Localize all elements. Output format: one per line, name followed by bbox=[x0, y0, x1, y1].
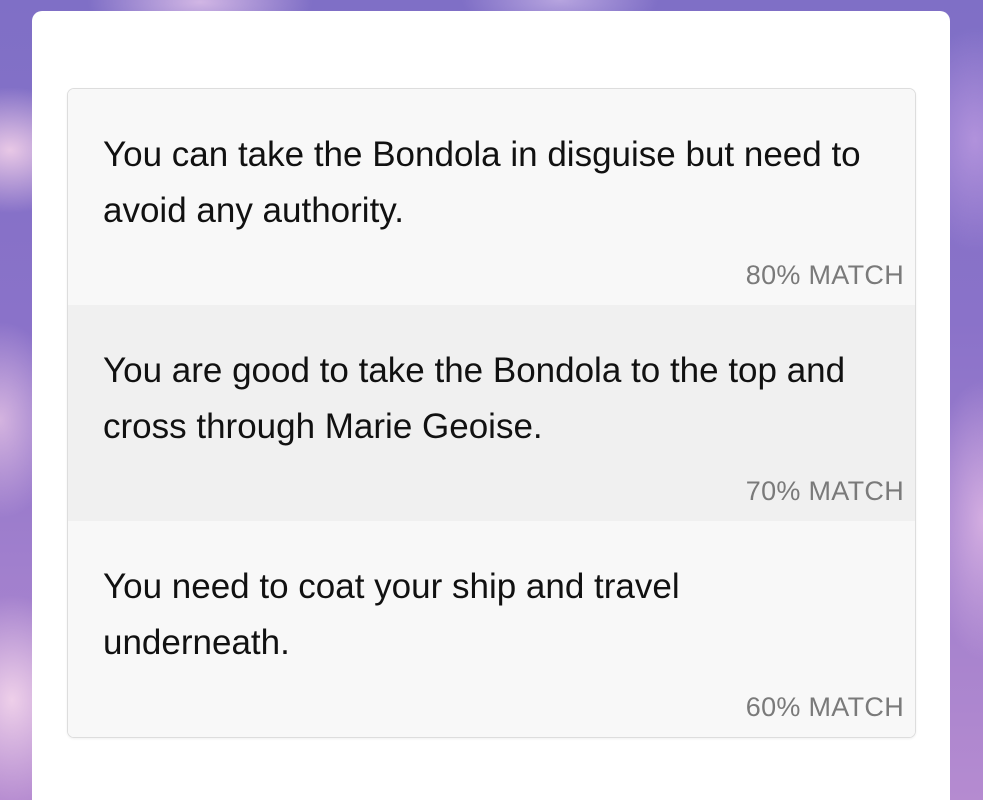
match-score: 60% MATCH bbox=[745, 692, 904, 722]
result-text: You need to coat your ship and travel un… bbox=[103, 567, 680, 662]
result-item[interactable]: You can take the Bondola in disguise but… bbox=[68, 89, 915, 305]
result-text: You can take the Bondola in disguise but… bbox=[103, 135, 861, 230]
results-panel: You can take the Bondola in disguise but… bbox=[32, 11, 950, 800]
result-text: You are good to take the Bondola to the … bbox=[103, 351, 846, 446]
result-item[interactable]: You are good to take the Bondola to the … bbox=[68, 305, 915, 521]
match-score: 80% MATCH bbox=[745, 260, 904, 290]
match-score: 70% MATCH bbox=[745, 476, 904, 506]
results-list: You can take the Bondola in disguise but… bbox=[67, 88, 916, 738]
result-item[interactable]: You need to coat your ship and travel un… bbox=[68, 521, 915, 737]
